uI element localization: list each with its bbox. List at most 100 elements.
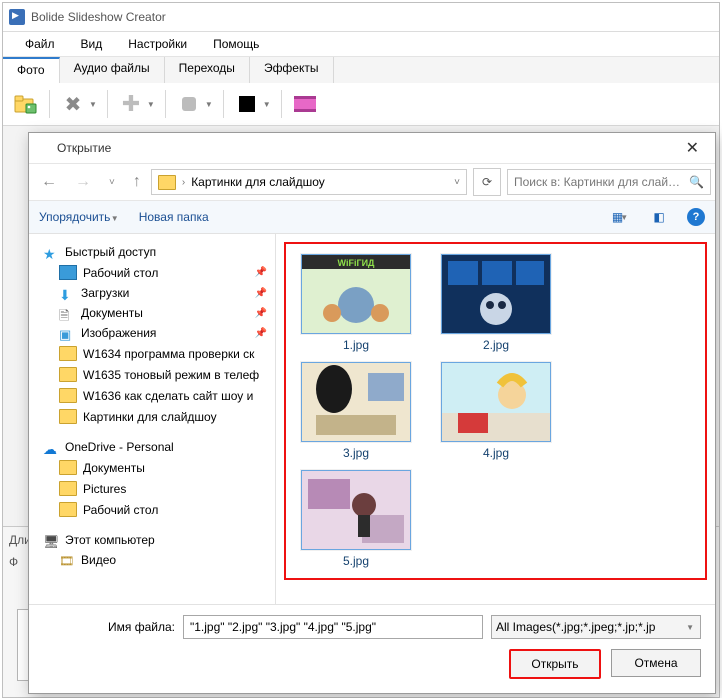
organize-button[interactable]: Упорядочить ▼	[39, 210, 121, 224]
file-item[interactable]: 5.jpg	[296, 470, 416, 568]
search-icon: 🔍	[689, 175, 704, 189]
nav-item-folder[interactable]: W1635 тоновый режим в телеф	[29, 364, 275, 385]
file-name: 3.jpg	[343, 446, 369, 460]
nav-onedrive[interactable]: ☁ OneDrive - Personal	[29, 437, 275, 457]
view-mode-button[interactable]: ▦ ▼	[611, 207, 631, 227]
film-button[interactable]	[290, 89, 320, 119]
close-icon[interactable]: ✕	[678, 138, 707, 158]
nav-pane: ★ Быстрый доступ Рабочий стол📌 ⬇Загрузки…	[29, 234, 276, 604]
menu-help[interactable]: Помощь	[201, 35, 271, 53]
menu-settings[interactable]: Настройки	[116, 35, 199, 53]
file-thumbnail	[441, 254, 551, 334]
nav-item-video[interactable]: 🎞Видео	[29, 550, 275, 570]
delete-button[interactable]: ✖	[58, 89, 88, 119]
chevron-right-icon: ›	[182, 177, 185, 188]
dropdown-icon[interactable]: ▼	[263, 100, 271, 109]
app-icon	[9, 9, 25, 25]
dialog-footer: Имя файла: All Images(*.jpg;*.jpeg;*.jp;…	[29, 604, 715, 693]
path-segment[interactable]: Картинки для слайдшоу	[191, 175, 325, 189]
tab-transitions[interactable]: Переходы	[165, 57, 250, 83]
help-icon[interactable]: ?	[687, 208, 705, 226]
file-item[interactable]: WiFiГИД 1.jpg	[296, 254, 416, 352]
dialog-icon	[37, 141, 51, 155]
search-placeholder: Поиск в: Картинки для слай…	[514, 175, 680, 189]
new-folder-button[interactable]: Новая папка	[139, 210, 209, 224]
nav-item-folder[interactable]: Рабочий стол	[29, 499, 275, 520]
nav-item-folder[interactable]: Картинки для слайдшоу	[29, 406, 275, 427]
filename-input[interactable]	[183, 615, 483, 639]
color-button[interactable]	[232, 89, 262, 119]
file-item[interactable]: 4.jpg	[436, 362, 556, 460]
video-icon: 🎞	[59, 554, 75, 567]
file-pane: WiFiГИД 1.jpg 2.jpg 3.jpg	[276, 234, 715, 604]
open-files-button[interactable]	[11, 89, 41, 119]
folder-icon	[59, 367, 77, 382]
file-type-filter[interactable]: All Images(*.jpg;*.jpeg;*.jp;*.jp ▼	[491, 615, 701, 639]
address-bar[interactable]: › Картинки для слайдшоу ˅	[151, 169, 467, 195]
dialog-nav: ← → ˅ ↑ › Картинки для слайдшоу ˅ ⟳ Поис…	[29, 164, 715, 201]
square-button[interactable]	[174, 89, 204, 119]
nav-item-downloads[interactable]: ⬇Загрузки📌	[29, 283, 275, 303]
file-item[interactable]: 3.jpg	[296, 362, 416, 460]
folder-icon	[158, 175, 176, 190]
nav-recent-icon[interactable]: ˅	[101, 173, 123, 192]
tab-photo[interactable]: Фото	[3, 57, 60, 83]
filename-label: Имя файла:	[43, 620, 175, 634]
search-input[interactable]: Поиск в: Картинки для слай… 🔍	[507, 169, 711, 195]
file-thumbnail	[301, 470, 411, 550]
menu-view[interactable]: Вид	[69, 35, 115, 53]
tab-audio[interactable]: Аудио файлы	[60, 57, 165, 83]
dropdown-icon[interactable]: ▼	[205, 100, 213, 109]
separator	[49, 90, 50, 118]
folder-icon	[59, 388, 77, 403]
nav-item-folder[interactable]: W1634 программа проверки ск	[29, 343, 275, 364]
images-icon: ▣	[59, 327, 75, 340]
folder-icon	[59, 481, 77, 496]
tabbar: Фото Аудио файлы Переходы Эффекты	[3, 57, 719, 83]
nav-back-icon[interactable]: ←	[33, 169, 65, 195]
file-thumbnail: WiFiГИД	[301, 254, 411, 334]
open-dialog: Открытие ✕ ← → ˅ ↑ › Картинки для слайдш…	[28, 132, 716, 694]
nav-item-folder[interactable]: Pictures	[29, 478, 275, 499]
file-grid: WiFiГИД 1.jpg 2.jpg 3.jpg	[284, 242, 707, 580]
dialog-titlebar: Открытие ✕	[29, 133, 715, 164]
cancel-button[interactable]: Отмена	[611, 649, 701, 677]
nav-item-images[interactable]: ▣Изображения📌	[29, 323, 275, 343]
nav-item-folder[interactable]: W1636 как сделать сайт шоу и	[29, 385, 275, 406]
pin-icon: 📌	[255, 308, 267, 319]
folder-icon	[59, 346, 77, 361]
separator	[107, 90, 108, 118]
nav-this-pc[interactable]: 🖥 Этот компьютер	[29, 530, 275, 550]
file-thumbnail	[441, 362, 551, 442]
nav-quick-access[interactable]: ★ Быстрый доступ	[29, 242, 275, 262]
nav-item-desktop[interactable]: Рабочий стол📌	[29, 262, 275, 283]
cloud-icon: ☁	[43, 441, 59, 454]
dialog-toolbar: Упорядочить ▼ Новая папка ▦ ▼ ◧ ?	[29, 201, 715, 234]
chevron-down-icon[interactable]: ˅	[454, 177, 460, 188]
app-title: Bolide Slideshow Creator	[31, 10, 166, 24]
file-name: 4.jpg	[483, 446, 509, 460]
documents-icon: 🗎	[59, 307, 75, 320]
dropdown-icon[interactable]: ▼	[89, 100, 97, 109]
dialog-title: Открытие	[57, 141, 111, 155]
chevron-down-icon: ▼	[111, 214, 119, 223]
file-item[interactable]: 2.jpg	[436, 254, 556, 352]
add-button[interactable]: ✚	[116, 89, 146, 119]
file-thumbnail	[301, 362, 411, 442]
titlebar: Bolide Slideshow Creator	[3, 3, 719, 32]
nav-up-icon[interactable]: ↑	[125, 169, 149, 195]
refresh-button[interactable]: ⟳	[473, 168, 501, 196]
tab-effects[interactable]: Эффекты	[250, 57, 334, 83]
open-button[interactable]: Открыть	[509, 649, 601, 679]
nav-item-documents[interactable]: 🗎Документы📌	[29, 303, 275, 323]
folder-icon	[59, 502, 77, 517]
file-name: 5.jpg	[343, 554, 369, 568]
download-icon: ⬇	[59, 287, 75, 300]
folder-icon	[59, 460, 77, 475]
preview-pane-button[interactable]: ◧	[649, 207, 669, 227]
menu-file[interactable]: Файл	[13, 35, 67, 53]
nav-item-folder[interactable]: Документы	[29, 457, 275, 478]
chevron-down-icon: ▼	[620, 213, 628, 222]
nav-forward-icon[interactable]: →	[67, 169, 99, 195]
dropdown-icon[interactable]: ▼	[147, 100, 155, 109]
